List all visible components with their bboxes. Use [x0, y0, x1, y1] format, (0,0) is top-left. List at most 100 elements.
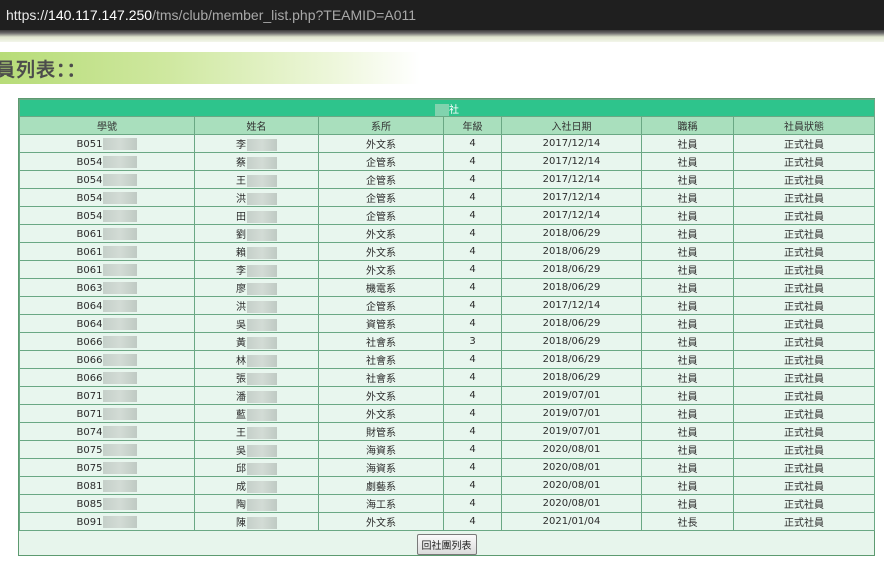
redacted-id-suffix: [103, 407, 138, 420]
grade-cell: 4: [443, 242, 502, 261]
redacted-id-suffix: [103, 245, 138, 258]
position-cell: 社員: [641, 386, 734, 405]
department-text: 企管系: [366, 302, 396, 313]
name-text: 潘: [236, 392, 246, 403]
student-id-cell: B075: [19, 440, 195, 459]
department-text: 社會系: [366, 356, 396, 367]
department-cell: 劇藝系: [318, 476, 444, 495]
member-status-cell: 正式社員: [732, 494, 876, 513]
grade-cell: 4: [443, 314, 502, 333]
name-text: 黃: [236, 338, 246, 349]
redacted-id-suffix: [103, 173, 138, 186]
member-status-cell: 正式社員: [732, 404, 876, 423]
join-date-cell: 2017/12/14: [501, 152, 642, 171]
student-id-cell: B063: [19, 278, 195, 297]
member-status-cell: 正式社員: [732, 296, 876, 315]
student-id-text: B075: [76, 444, 103, 456]
grade-text: 4: [469, 174, 476, 185]
header-name: 姓名: [194, 116, 319, 135]
table-row: B091 陳 外文系 4 2021/01/04 社長 正式社員: [19, 512, 876, 531]
member-status-text: 正式社員: [784, 230, 825, 241]
table-row: B075 邱 海資系 4 2020/08/01 社員 正式社員: [19, 458, 876, 477]
name-cell: 邱: [194, 458, 319, 477]
table-row: B071 藍 外文系 4 2019/07/01 社員 正式社員: [19, 404, 876, 423]
redacted-id-suffix: [103, 281, 138, 294]
table-row: B061 賴 外文系 4 2018/06/29 社員 正式社員: [19, 242, 876, 261]
grade-cell: 3: [443, 332, 502, 351]
department-text: 外文系: [366, 410, 396, 421]
position-text: 社員: [677, 482, 698, 493]
table-row: B051 李 外文系 4 2017/12/14 社員 正式社員: [19, 134, 876, 153]
student-id-cell: B074: [19, 422, 195, 441]
department-text: 海資系: [366, 464, 396, 475]
name-text: 陳: [236, 518, 246, 529]
join-date-cell: 2017/12/14: [501, 134, 642, 153]
page-title: 員列表：：: [0, 59, 87, 81]
position-cell: 社員: [641, 224, 734, 243]
name-cell: 洪: [194, 296, 319, 315]
grade-cell: 4: [443, 494, 502, 513]
redacted-id-suffix: [103, 371, 138, 384]
department-text: 社會系: [366, 338, 396, 349]
redacted-name: [247, 175, 277, 187]
position-text: 社員: [677, 338, 698, 349]
table-row: B054 田 企管系 4 2017/12/14 社員 正式社員: [19, 206, 876, 225]
back-to-club-list-button[interactable]: 回社團列表: [416, 534, 477, 555]
member-table-container: 社 學號 姓名 系所 年級 入社日期 職稱 社員狀態 B051 李外文系 4 2017/12/14…: [18, 98, 876, 556]
department-text: 外文系: [366, 518, 396, 529]
name-cell: 劉: [194, 224, 319, 243]
member-status-cell: 正式社員: [732, 314, 876, 333]
grade-text: 4: [469, 480, 476, 491]
grade-text: 4: [469, 372, 476, 383]
student-id-cell: B054: [19, 206, 195, 225]
position-text: 社員: [677, 212, 698, 223]
join-date-text: 2020/08/01: [542, 444, 601, 455]
grade-cell: 4: [443, 476, 502, 495]
student-id-cell: B064: [19, 314, 195, 333]
member-status-text: 正式社員: [784, 356, 825, 367]
grade-text: 4: [469, 264, 476, 275]
join-date-text: 2018/06/29: [542, 228, 601, 239]
header-position: 職稱: [641, 116, 734, 135]
table-row: B066 林 社會系 4 2018/06/29 社員 正式社員: [19, 350, 876, 369]
position-text: 社員: [677, 140, 698, 151]
name-cell: 吳: [194, 440, 319, 459]
department-cell: 外文系: [318, 134, 444, 153]
student-id-cell: B061: [19, 242, 195, 261]
grade-cell: 4: [443, 440, 502, 459]
name-text: 洪: [236, 194, 246, 205]
name-cell: 林: [194, 350, 319, 369]
redacted-name: [247, 211, 277, 223]
redacted-name: [247, 517, 277, 529]
member-status-text: 正式社員: [784, 374, 825, 385]
join-date-text: 2020/08/01: [542, 498, 601, 509]
member-status-text: 正式社員: [784, 176, 825, 187]
student-id-text: B054: [76, 174, 103, 186]
member-status-cell: 正式社員: [732, 278, 876, 297]
student-id-cell: B066: [19, 368, 195, 387]
position-cell: 社員: [641, 404, 734, 423]
table-row: B075 吳 海資系 4 2020/08/01 社員 正式社員: [19, 440, 876, 459]
name-cell: 王: [194, 170, 319, 189]
browser-url-bar[interactable]: https://140.117.147.250/tms/club/member_…: [0, 0, 884, 30]
join-date-text: 2018/06/29: [542, 246, 601, 257]
name-text: 張: [236, 374, 246, 385]
join-date-text: 2018/06/29: [542, 336, 601, 347]
department-text: 企管系: [366, 194, 396, 205]
student-id-cell: B054: [19, 188, 195, 207]
student-id-text: B075: [76, 462, 103, 474]
position-text: 社員: [677, 374, 698, 385]
position-cell: 社員: [641, 494, 734, 513]
member-status-text: 正式社員: [784, 410, 825, 421]
name-cell: 陶: [194, 494, 319, 513]
department-cell: 社會系: [318, 332, 444, 351]
department-cell: 外文系: [318, 404, 444, 423]
grade-cell: 4: [443, 224, 502, 243]
department-text: 海資系: [366, 446, 396, 457]
department-cell: 外文系: [318, 224, 444, 243]
name-text: 陶: [236, 500, 246, 511]
position-text: 社員: [677, 500, 698, 511]
student-id-text: B054: [76, 156, 103, 168]
position-cell: 社員: [641, 206, 734, 225]
department-text: 外文系: [366, 266, 396, 277]
